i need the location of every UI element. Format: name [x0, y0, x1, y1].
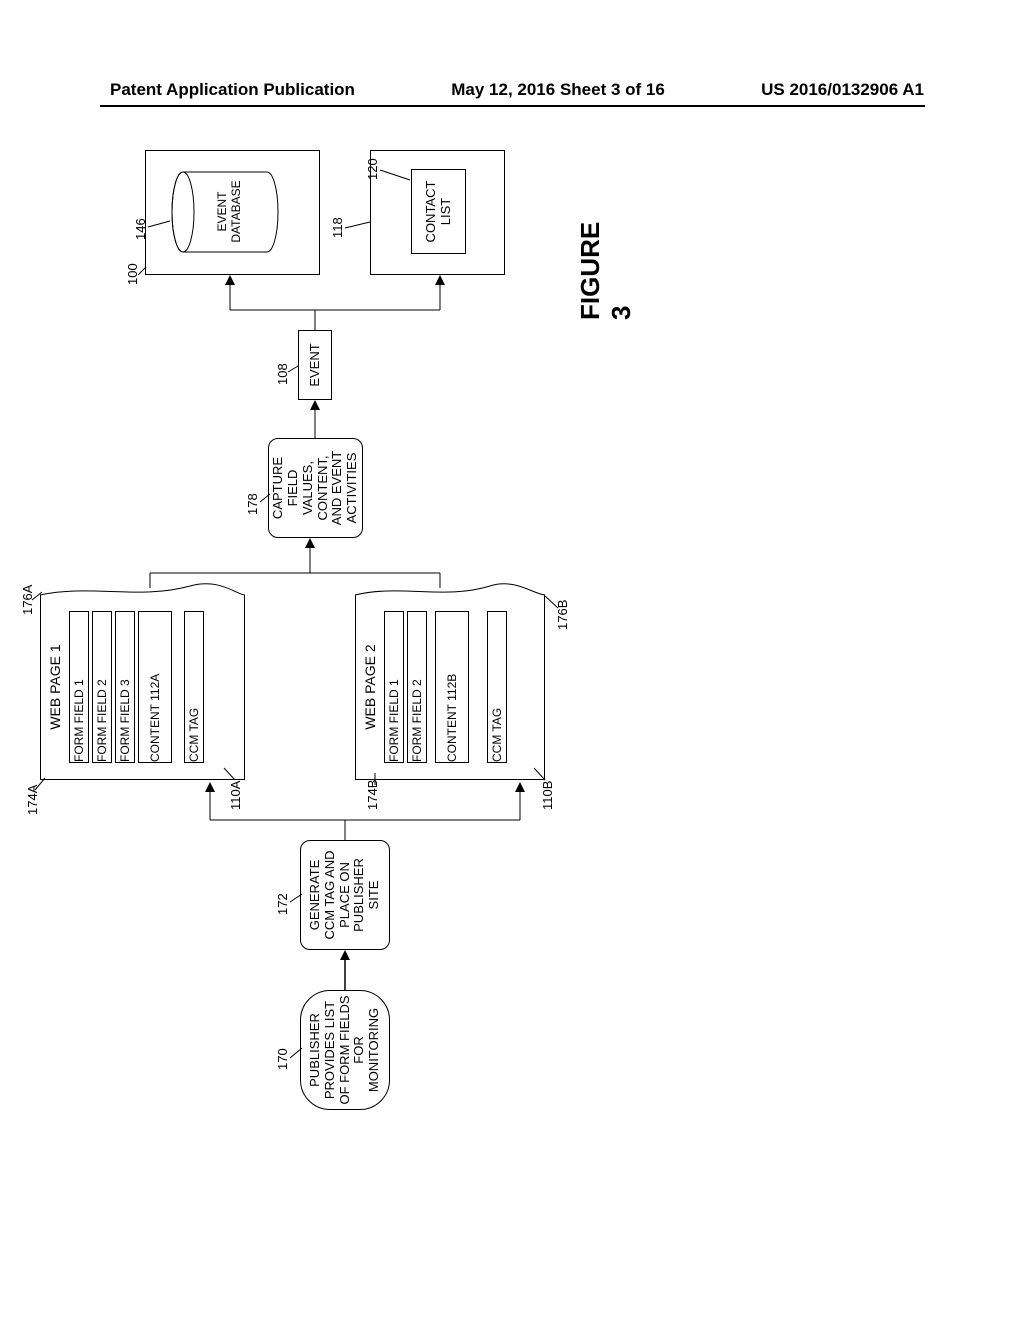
header-left: Patent Application Publication — [110, 80, 355, 100]
ref110A-leader — [220, 760, 234, 780]
arrow-108-db — [220, 275, 320, 330]
page2-field2: FORM FIELD 2 — [407, 611, 427, 763]
ref108-leader — [288, 356, 300, 372]
ref120-leader — [380, 160, 415, 180]
ref-110B: 110B — [540, 781, 555, 810]
page2-title: WEB PAGE 2 — [362, 595, 378, 779]
block-generate-ccm: GENERATE CCM TAG AND PLACE ON PUBLISHER … — [300, 840, 390, 950]
header-middle: May 12, 2016 Sheet 3 of 16 — [451, 80, 665, 100]
web-page-2: WEB PAGE 2 FORM FIELD 1 FORM FIELD 2 CON… — [355, 595, 545, 780]
page-header: Patent Application Publication May 12, 2… — [0, 80, 1024, 100]
conn-pages-178 — [150, 538, 450, 588]
block-event: EVENT — [298, 330, 332, 400]
arrow-108-contact — [315, 275, 450, 330]
ref-110A: 110A — [228, 781, 243, 810]
page1-field3: FORM FIELD 3 — [115, 611, 135, 763]
block-text: EVENT — [303, 343, 327, 386]
page2-content: CONTENT 112B — [435, 611, 469, 763]
contact-list-box: CONTACT LIST — [411, 169, 466, 254]
ref176A-leader — [32, 590, 46, 610]
block-capture: CAPTURE FIELD VALUES, CONTENT, AND EVENT… — [268, 438, 363, 538]
page1-field1: FORM FIELD 1 — [69, 611, 89, 763]
ref-178: 178 — [245, 493, 260, 515]
event-database-label: EVENT DATABASE — [216, 169, 244, 254]
ref-146: 146 — [133, 218, 148, 240]
block-text: PUBLISHER PROVIDES LIST OF FORM FIELDS F… — [305, 995, 385, 1105]
figure-canvas: PUBLISHER PROVIDES LIST OF FORM FIELDS F… — [20, 310, 1020, 1110]
ref174A-leader — [35, 770, 49, 790]
ref118-leader — [345, 216, 373, 230]
ref170-leader — [290, 1028, 304, 1058]
header-right: US 2016/0132906 A1 — [761, 80, 924, 100]
figure-label: FIGURE 3 — [575, 222, 637, 320]
block-text: GENERATE CCM TAG AND PLACE ON PUBLISHER … — [305, 845, 385, 945]
ref174B-leader — [370, 770, 380, 785]
ref-118: 118 — [330, 217, 345, 238]
block-publisher-provides: PUBLISHER PROVIDES LIST OF FORM FIELDS F… — [300, 990, 390, 1110]
page1-ccm-tag: CCM TAG — [184, 611, 204, 763]
page1-field2: FORM FIELD 2 — [92, 611, 112, 763]
arrow-178-108 — [310, 400, 320, 438]
ref110B-leader — [530, 760, 544, 780]
ref-120: 120 — [365, 158, 380, 180]
page1-content: CONTENT 112A — [138, 611, 172, 763]
ref172-leader — [290, 882, 304, 902]
block-text: CAPTURE FIELD VALUES, CONTENT, AND EVENT… — [273, 443, 358, 533]
contact-list-label: CONTACT LIST — [416, 174, 461, 249]
page2-ccm-tag: CCM TAG — [487, 611, 507, 763]
ref100-leader — [138, 261, 148, 275]
ref176B-leader — [540, 590, 558, 610]
ref178-leader — [260, 482, 272, 502]
header-rule — [100, 105, 925, 107]
page1-title: WEB PAGE 1 — [47, 595, 63, 779]
ref-170: 170 — [275, 1048, 290, 1070]
ref146-leader — [148, 213, 173, 227]
web-page-1: WEB PAGE 1 FORM FIELD 1 FORM FIELD 2 FOR… — [40, 595, 245, 780]
page2-field1: FORM FIELD 1 — [384, 611, 404, 763]
ref-172: 172 — [275, 893, 290, 915]
arrow-170-172 — [340, 950, 350, 990]
